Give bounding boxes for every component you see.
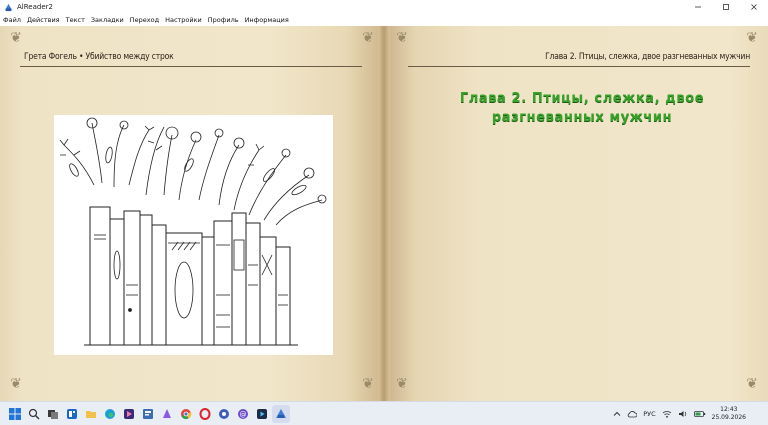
file-explorer-icon[interactable] [82, 405, 100, 423]
header-rule [20, 66, 362, 67]
menu-settings[interactable]: Настройки [165, 16, 202, 24]
menu-file[interactable]: Файл [3, 16, 21, 24]
right-page[interactable] [384, 26, 768, 401]
app-icon-blue-circle[interactable] [215, 405, 233, 423]
corner-ornament-icon: ❦ [362, 376, 374, 392]
windows-start-icon[interactable] [6, 405, 24, 423]
chapter-title: Глава 2. Птицы, слежка, двое разгневанны… [459, 91, 705, 125]
menu-text[interactable]: Текст [66, 16, 85, 24]
corner-ornament-icon: ❦ [10, 376, 22, 392]
right-running-header: Глава 2. Птицы, слежка, двое разгневанны… [545, 52, 750, 62]
app-icon [3, 2, 13, 12]
cloud-icon[interactable] [627, 410, 638, 418]
title-bar: AlReader2 [0, 0, 768, 14]
edge-browser-icon[interactable] [101, 405, 119, 423]
svg-text:@: @ [240, 411, 247, 419]
app-icon-purple[interactable]: @ [234, 405, 252, 423]
menu-navigate[interactable]: Переход [130, 16, 159, 24]
widgets-icon[interactable] [63, 405, 81, 423]
corner-ornament-icon: ❦ [362, 30, 374, 46]
clock-date: 25.09.2026 [711, 414, 746, 421]
corner-ornament-icon: ❦ [746, 30, 758, 46]
search-icon[interactable] [25, 405, 43, 423]
video-editor-icon[interactable] [120, 405, 138, 423]
left-running-header: Грета Фогель • Убийство между строк [24, 52, 174, 62]
task-view-icon[interactable] [44, 405, 62, 423]
menu-profile[interactable]: Профиль [208, 16, 239, 24]
chevron-up-icon[interactable] [613, 410, 621, 418]
maximize-button[interactable] [712, 0, 740, 14]
taskbar: @ РУС 12:43 25.09.2026 [0, 401, 768, 425]
chrome-icon[interactable] [177, 405, 195, 423]
menu-actions[interactable]: Действия [27, 16, 60, 24]
book-spine [378, 26, 390, 401]
media-player-icon[interactable] [253, 405, 271, 423]
close-button[interactable] [740, 0, 768, 14]
volume-icon[interactable] [678, 410, 688, 418]
wifi-icon[interactable] [662, 410, 672, 418]
assistant-icon[interactable] [158, 405, 176, 423]
language-indicator[interactable]: РУС [643, 410, 655, 418]
header-rule [408, 66, 750, 67]
corner-ornament-icon: ❦ [396, 30, 408, 46]
corner-ornament-icon: ❦ [396, 376, 408, 392]
book-view[interactable]: ❦ ❦ ❦ ❦ ❦ ❦ ❦ ❦ Грета Фогель • Убийство … [0, 26, 768, 401]
menu-bar: Файл Действия Текст Закладки Переход Нас… [0, 14, 768, 26]
book-illustration [54, 115, 333, 355]
window-title: AlReader2 [17, 3, 53, 11]
alreader-app-icon[interactable] [272, 405, 290, 423]
battery-icon[interactable] [693, 410, 706, 418]
clock[interactable]: 12:43 25.09.2026 [712, 406, 746, 422]
minimize-button[interactable] [684, 0, 712, 14]
opera-icon[interactable] [196, 405, 214, 423]
clock-time: 12:43 [720, 406, 738, 413]
menu-bookmarks[interactable]: Закладки [91, 16, 124, 24]
app-window-icon[interactable] [139, 405, 157, 423]
corner-ornament-icon: ❦ [746, 376, 758, 392]
corner-ornament-icon: ❦ [10, 30, 22, 46]
menu-info[interactable]: Информация [245, 16, 289, 24]
